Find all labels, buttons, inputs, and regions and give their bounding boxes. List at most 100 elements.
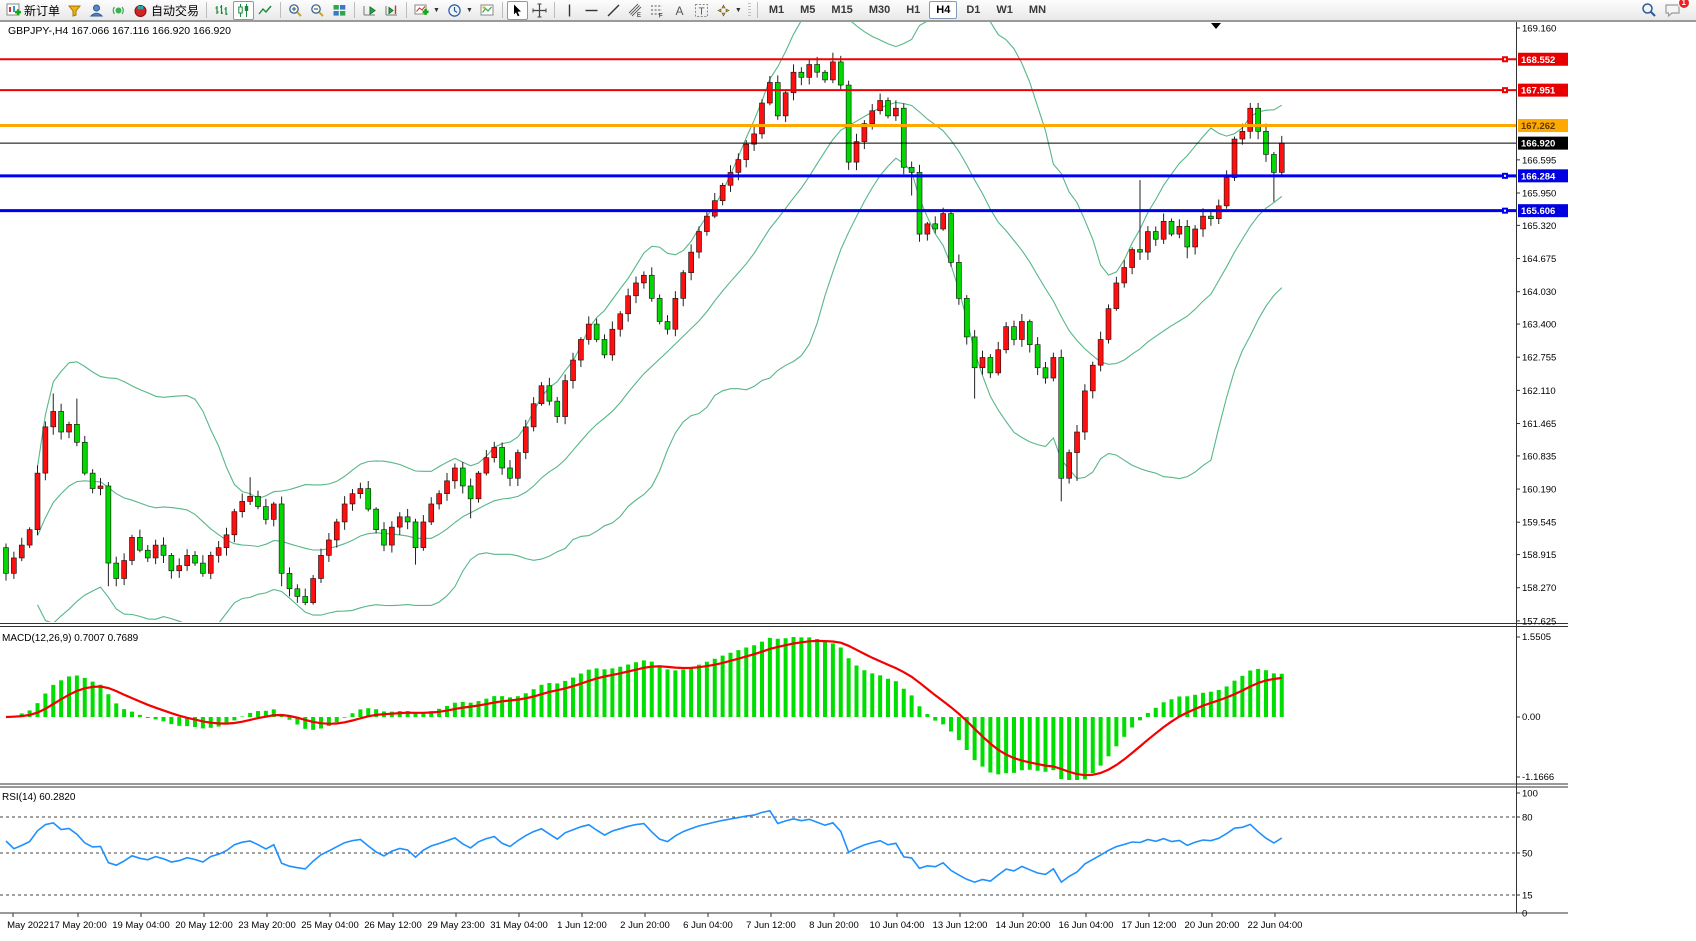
candle [350, 494, 355, 504]
price-axis[interactable]: 168.552167.951167.262166.284165.606166.9… [1516, 24, 1568, 628]
candle [1216, 206, 1221, 219]
candle [618, 314, 623, 329]
svg-text:10 Jun 04:00: 10 Jun 04:00 [870, 920, 925, 931]
candle [145, 550, 150, 558]
time-axis[interactable]: May 202217 May 20:0019 May 04:0020 May 1… [7, 913, 1302, 931]
rsi-label: RSI(14) 60.2820 [2, 792, 76, 803]
candle [917, 172, 922, 234]
svg-text:80: 80 [1522, 813, 1533, 824]
chart-canvas[interactable]: GBPJPY-,H4 167.066 167.116 166.920 166.9… [0, 0, 1696, 941]
chart-shift-marker[interactable] [1211, 23, 1221, 29]
candle [523, 427, 528, 453]
svg-text:22 Jun 04:00: 22 Jun 04:00 [1248, 920, 1303, 931]
candle [673, 298, 678, 329]
candle [1248, 108, 1253, 131]
candle [208, 555, 213, 573]
candle [1035, 345, 1040, 368]
candle [500, 447, 505, 468]
candle [1279, 143, 1284, 172]
candle [429, 504, 434, 522]
macd-label: MACD(12,26,9) 0.7007 0.7689 [2, 633, 139, 644]
candle [949, 214, 954, 263]
candle [767, 82, 772, 103]
candle [1075, 432, 1080, 453]
candle [586, 324, 591, 339]
candle [1161, 221, 1166, 239]
candle [397, 517, 402, 527]
candle [1271, 154, 1276, 172]
candle [366, 489, 371, 510]
candle [460, 468, 465, 486]
candle [82, 442, 87, 473]
candle [720, 185, 725, 200]
svg-text:167.262: 167.262 [1521, 121, 1555, 132]
svg-text:14 Jun 20:00: 14 Jun 20:00 [996, 920, 1051, 931]
candle [374, 509, 379, 530]
horizontal-line-167.951[interactable] [0, 87, 1516, 93]
candle [271, 504, 276, 519]
candle [1232, 139, 1237, 178]
svg-text:157.625: 157.625 [1522, 616, 1556, 627]
svg-text:23 May 20:00: 23 May 20:00 [238, 920, 296, 931]
candle [925, 224, 930, 234]
horizontal-line-166.284[interactable] [0, 173, 1516, 179]
horizontal-line-168.552[interactable] [0, 56, 1516, 62]
candle [130, 537, 135, 560]
candle [1240, 131, 1245, 139]
candle [153, 545, 158, 558]
candle [413, 522, 418, 548]
candle [1256, 108, 1261, 131]
candle [854, 142, 859, 163]
candle [783, 93, 788, 116]
candle [610, 329, 615, 355]
candle [248, 496, 253, 501]
svg-text:163.400: 163.400 [1522, 320, 1556, 331]
candle [736, 160, 741, 173]
candle [547, 386, 552, 401]
candle [1012, 327, 1017, 340]
candle [1130, 250, 1135, 268]
candle [539, 386, 544, 404]
candle [122, 561, 127, 579]
rsi-panel[interactable]: 1008050150RSI(14) 60.2820 [0, 789, 1538, 920]
candle [815, 64, 820, 72]
candle [665, 321, 670, 329]
candle [697, 232, 702, 253]
horizontal-line-165.606[interactable] [0, 208, 1516, 214]
candle [437, 494, 442, 504]
svg-text:160.835: 160.835 [1522, 451, 1556, 462]
candle [1145, 232, 1150, 253]
candle [169, 555, 174, 570]
candle [358, 489, 363, 494]
macd-panel[interactable]: 1.55050.00-1.1666MACD(12,26,9) 0.7007 0.… [2, 632, 1554, 783]
svg-text:0: 0 [1522, 909, 1527, 920]
candle [807, 64, 812, 77]
candle [1208, 216, 1213, 219]
candles[interactable] [4, 53, 1285, 606]
candle [1090, 365, 1095, 391]
candle [311, 578, 316, 602]
svg-text:164.030: 164.030 [1522, 287, 1556, 298]
svg-text:166.595: 166.595 [1522, 155, 1556, 166]
svg-text:165.606: 165.606 [1521, 206, 1555, 217]
svg-text:166.284: 166.284 [1521, 171, 1556, 182]
candle [492, 447, 497, 457]
horizontal-lines[interactable] [0, 56, 1516, 213]
candle [200, 563, 205, 573]
candle [712, 201, 717, 216]
candle [760, 103, 765, 134]
candle [996, 350, 1001, 373]
candle [689, 252, 694, 273]
candle [59, 411, 64, 432]
svg-text:29 May 23:00: 29 May 23:00 [427, 920, 485, 931]
svg-text:50: 50 [1522, 849, 1533, 860]
candle [641, 275, 646, 283]
svg-text:162.110: 162.110 [1522, 386, 1556, 397]
candle [1059, 357, 1064, 478]
candle [484, 458, 489, 473]
svg-text:2 Jun 20:00: 2 Jun 20:00 [620, 920, 670, 931]
candle [19, 545, 24, 558]
svg-text:168.552: 168.552 [1521, 55, 1555, 66]
svg-text:159.545: 159.545 [1522, 518, 1556, 529]
candle [1027, 321, 1032, 344]
